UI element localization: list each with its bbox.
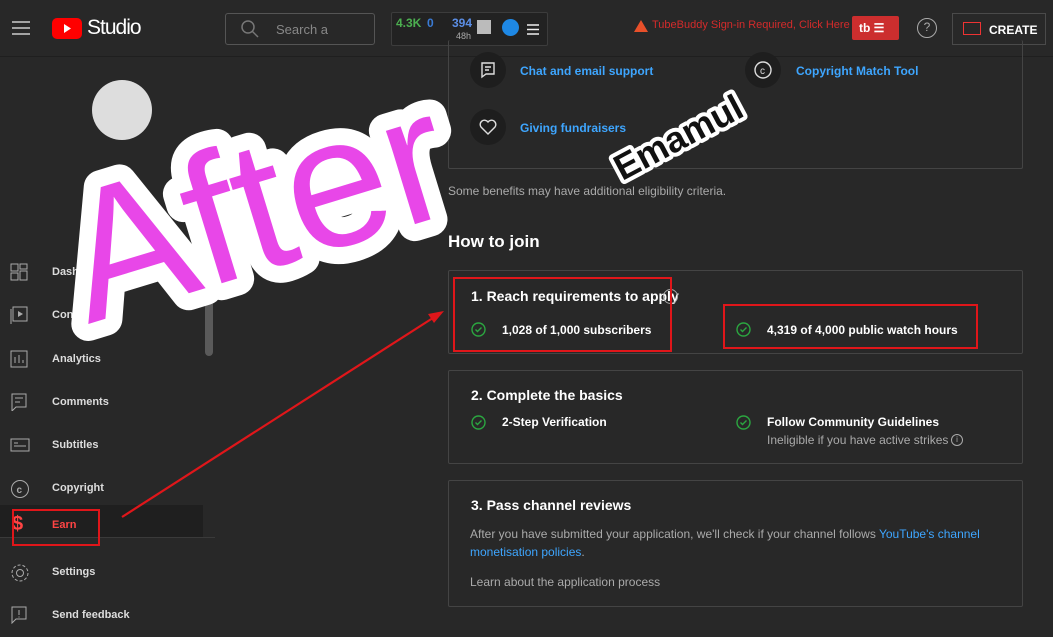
sidebar-item-label: Subtitles xyxy=(52,439,99,451)
settings-icon xyxy=(11,564,29,582)
community-guidelines: Follow Community Guidelines xyxy=(767,415,940,429)
learn-application-link[interactable]: Learn about the application process xyxy=(470,575,660,589)
chat-support-link[interactable]: Chat and email support xyxy=(520,64,653,78)
copyright-match-link[interactable]: Copyright Match Tool xyxy=(796,64,918,78)
search-icon xyxy=(241,20,259,43)
period: . xyxy=(581,545,585,559)
chart-icon[interactable] xyxy=(477,20,491,34)
create-label: CREATE xyxy=(989,23,1038,37)
highlight-earn xyxy=(12,509,100,546)
dashboard-icon xyxy=(10,263,28,281)
comments-icon xyxy=(11,393,27,411)
copyright-match-icon: c xyxy=(745,52,781,88)
tb-label: tb xyxy=(859,21,871,35)
strikes-note: Ineligible if you have active strikes xyxy=(767,433,949,447)
highlight-watch-hours xyxy=(723,304,978,349)
sidebar-item-dashboard[interactable]: Dashboard xyxy=(0,254,203,294)
sidebar-item-label: Analytics xyxy=(52,353,101,365)
copyright-icon: c xyxy=(11,480,29,498)
review-text-body: After you have submitted your applicatio… xyxy=(470,527,879,541)
sidebar-item-feedback[interactable]: Send feedback xyxy=(0,597,203,637)
sidebar-item-copyright[interactable]: c Copyright xyxy=(0,470,203,510)
sidebar-item-comments[interactable]: Comments xyxy=(0,384,203,424)
check-icon xyxy=(471,415,486,430)
eligibility-note: Some benefits may have additional eligib… xyxy=(448,184,727,198)
sidebar-item-label: Send feedback xyxy=(52,609,130,621)
sidebar-item-analytics[interactable]: Analytics xyxy=(0,341,203,381)
sidebar-item-label: Copyright xyxy=(52,482,104,494)
giving-fundraisers-link[interactable]: Giving fundraisers xyxy=(520,121,626,135)
sidebar-item-label: Content xyxy=(52,309,94,321)
menu-icon[interactable] xyxy=(12,20,30,41)
warning-icon xyxy=(634,19,648,37)
zero-stat: 0 xyxy=(427,16,434,30)
sidebar-item-label: Settings xyxy=(52,566,96,578)
youtube-logo-icon[interactable] xyxy=(52,18,82,39)
content-icon xyxy=(10,306,28,324)
svg-text:c: c xyxy=(17,485,23,496)
info-icon[interactable]: i xyxy=(951,434,963,446)
check-icon xyxy=(736,415,751,430)
sidebar-item-content[interactable]: Content xyxy=(0,297,203,337)
benefits-card xyxy=(448,40,1023,169)
feedback-icon xyxy=(11,606,27,624)
avatar[interactable] xyxy=(92,80,152,140)
subtitles-icon xyxy=(10,438,30,452)
create-video-icon xyxy=(963,22,981,35)
highlight-subscribers xyxy=(453,277,672,352)
monetisation-policy-link[interactable]: monetisation policies xyxy=(470,545,581,559)
sidebar-scrollbar[interactable] xyxy=(205,248,213,356)
analytics-icon xyxy=(10,350,28,368)
tubebuddy-warning-link[interactable]: TubeBuddy Sign-in Required, Click Here xyxy=(652,19,850,31)
tubebuddy-play-icon[interactable] xyxy=(502,19,519,36)
tubebuddy-button[interactable]: tb ☰ xyxy=(852,16,899,40)
tb-menu-icon[interactable] xyxy=(527,22,539,40)
review-text: After you have submitted your applicatio… xyxy=(470,525,1000,561)
count-stat: 394 xyxy=(452,16,473,30)
how-to-join-title: How to join xyxy=(448,232,540,251)
brand-title: Studio xyxy=(87,16,142,39)
step3-title: 3. Pass channel reviews xyxy=(471,497,632,513)
svg-text:c: c xyxy=(760,66,765,77)
channel-policy-link[interactable]: YouTube's channel xyxy=(879,527,980,541)
fundraiser-heart-icon xyxy=(470,109,506,145)
sidebar-item-label: Dashboard xyxy=(52,266,110,278)
two-step-verification: 2-Step Verification xyxy=(502,415,607,429)
sidebar-item-settings[interactable]: Settings xyxy=(0,554,203,594)
views-stat: 4.3K xyxy=(396,16,422,30)
help-icon[interactable]: ? xyxy=(917,18,937,38)
step2-title: 2. Complete the basics xyxy=(471,387,623,403)
chat-support-icon xyxy=(470,52,506,88)
sidebar-item-label: Comments xyxy=(52,396,109,408)
sidebar-item-subtitles[interactable]: Subtitles xyxy=(0,427,203,467)
